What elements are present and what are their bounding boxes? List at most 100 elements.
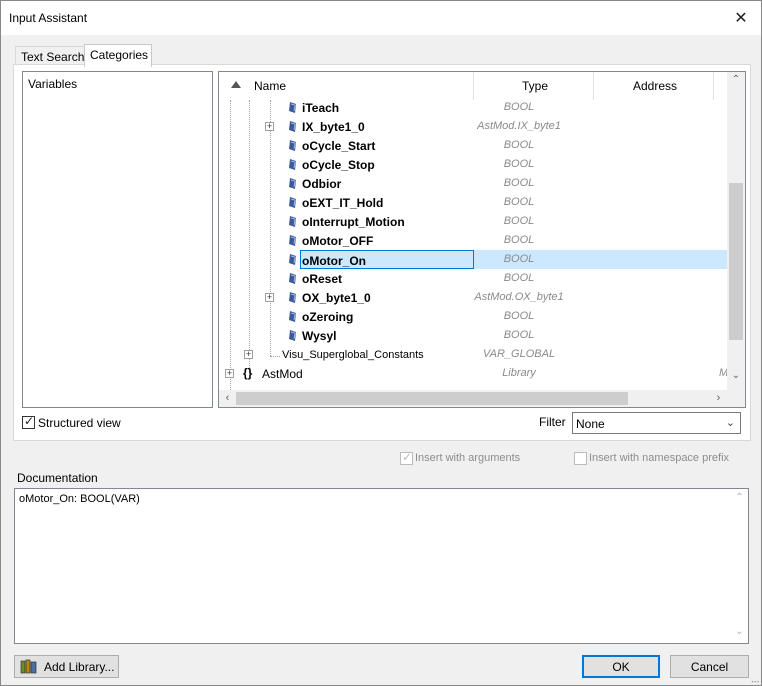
cancel-button[interactable]: Cancel xyxy=(670,655,749,678)
variable-icon xyxy=(289,273,296,284)
insert-with-arguments-checkbox[interactable] xyxy=(400,450,413,465)
tree-row-name: oCycle_Start xyxy=(302,139,376,153)
expand-plus-icon[interactable]: + xyxy=(244,350,253,359)
scroll-down-icon[interactable]: ⌄ xyxy=(731,626,748,637)
tree-row-type: BOOL xyxy=(503,101,535,113)
title-bar: Input Assistant ✕ xyxy=(1,1,761,35)
tree-row-type: BOOL xyxy=(503,272,535,284)
tree-row-name: oMotor_OFF xyxy=(302,234,374,248)
filter-label: Filter xyxy=(539,415,566,429)
tree-vertical-scrollbar[interactable]: ⌃ ⌄ xyxy=(727,72,745,390)
tree-row-oext-it-hold[interactable]: oEXT_IT_Hold BOOL xyxy=(219,193,727,212)
column-separator[interactable] xyxy=(593,72,594,100)
add-library-button[interactable]: Add Library... xyxy=(14,655,119,678)
documentation-scrollbar[interactable]: ⌃ ⌄ xyxy=(731,489,748,643)
library-braces-icon: {} xyxy=(243,366,253,380)
variable-icon xyxy=(289,102,296,113)
column-separator[interactable] xyxy=(713,72,714,100)
tab-text-search[interactable]: Text Search xyxy=(15,46,85,66)
tree-row-ix-byte1-0[interactable]: + IX_byte1_0 AstMod.IX_byte1 xyxy=(219,117,727,136)
tree-row-astmod[interactable]: + {} AstMod Library M xyxy=(219,364,728,383)
tree-row-type: BOOL xyxy=(503,253,535,265)
variable-icon xyxy=(289,140,296,151)
variable-tree[interactable]: Name Type Address iTeach BOOL + IX_byte1… xyxy=(218,71,746,408)
ok-button[interactable]: OK xyxy=(582,655,660,678)
tree-row-name: Visu_Superglobal_Constants xyxy=(282,349,424,361)
sort-ascending-icon[interactable] xyxy=(231,81,241,88)
tree-row-type: BOOL xyxy=(503,139,535,151)
tree-row-name: iTeach xyxy=(302,101,340,115)
tree-row-type: AstMod.IX_byte1 xyxy=(477,120,561,132)
insert-with-namespace-checkbox[interactable] xyxy=(574,452,587,465)
horizontal-scroll-thumb[interactable] xyxy=(236,392,628,405)
tree-row-ocycle-stop[interactable]: oCycle_Stop BOOL xyxy=(219,155,727,174)
structured-view-label[interactable]: Structured view xyxy=(38,416,121,430)
chevron-down-icon: ⌄ xyxy=(725,417,735,429)
tree-row-type: BOOL xyxy=(503,158,535,170)
tree-row-name: OX_byte1_0 xyxy=(302,291,371,305)
column-header-type[interactable]: Type xyxy=(522,79,548,93)
tree-row-oreset[interactable]: oReset BOOL xyxy=(219,269,727,288)
tree-row-name: AstMod xyxy=(262,367,303,381)
tree-row-type: Library xyxy=(502,367,536,379)
vertical-scroll-thumb[interactable] xyxy=(729,183,743,340)
variable-icon xyxy=(289,330,296,341)
tree-row-type: BOOL xyxy=(503,310,535,322)
tree-row-type: VAR_GLOBAL xyxy=(482,348,556,360)
tree-row-ox-byte1-0[interactable]: + OX_byte1_0 AstMod.OX_byte1 xyxy=(219,288,727,307)
tab-categories[interactable]: Categories xyxy=(84,44,152,67)
tree-row-name: oCycle_Stop xyxy=(302,158,375,172)
resize-grip-icon[interactable]: ⠠⠤ xyxy=(748,676,760,685)
variable-icon xyxy=(289,197,296,208)
tree-header: Name Type Address xyxy=(219,72,727,100)
tree-row-iteach[interactable]: iTeach BOOL xyxy=(219,98,727,117)
tree-row-ointerrupt-motion[interactable]: oInterrupt_Motion BOOL xyxy=(219,212,727,231)
expand-plus-icon[interactable]: + xyxy=(265,122,274,131)
tab-text-search-label: Text Search xyxy=(21,50,85,64)
tree-row-type: BOOL xyxy=(503,215,535,227)
cancel-label: Cancel xyxy=(690,660,729,674)
tree-row-omotor-on-selected[interactable]: oMotor_On BOOL xyxy=(219,250,727,269)
insert-with-arguments-label[interactable]: Insert with arguments xyxy=(415,452,520,464)
tree-row-omotor-off[interactable]: oMotor_OFF BOOL xyxy=(219,231,727,250)
scroll-corner xyxy=(727,390,745,407)
variable-icon xyxy=(289,178,296,189)
tree-row-type: BOOL xyxy=(503,196,535,208)
tree-row-name: oZeroing xyxy=(302,310,354,324)
window-title: Input Assistant xyxy=(9,11,88,25)
scroll-left-icon[interactable]: ‹ xyxy=(219,390,236,407)
ok-label: OK xyxy=(612,660,630,674)
category-item-variables[interactable]: Variables xyxy=(28,77,77,91)
column-header-address[interactable]: Address xyxy=(633,79,677,93)
variable-icon xyxy=(289,159,296,170)
tree-horizontal-scrollbar[interactable]: ‹ › xyxy=(219,390,727,407)
scroll-up-icon[interactable]: ⌃ xyxy=(731,492,748,503)
tree-row-visu-superglobal-constants[interactable]: + Visu_Superglobal_Constants VAR_GLOBAL xyxy=(219,345,727,364)
scroll-right-icon[interactable]: › xyxy=(710,390,727,407)
expand-plus-icon[interactable]: + xyxy=(225,369,234,378)
tree-row-name: Odbior xyxy=(302,177,342,191)
tree-row-ozeroing[interactable]: oZeroing BOOL xyxy=(219,307,727,326)
expand-plus-icon[interactable]: + xyxy=(265,293,274,302)
tree-row-type: BOOL xyxy=(503,234,535,246)
input-assistant-dialog: Input Assistant ✕ Text Search Categories… xyxy=(0,0,762,686)
tree-row-odbior[interactable]: Odbior BOOL xyxy=(219,174,727,193)
insert-with-namespace-label[interactable]: Insert with namespace prefix xyxy=(589,452,729,464)
column-separator[interactable] xyxy=(473,72,474,100)
close-icon[interactable]: ✕ xyxy=(721,1,761,35)
tree-row-name: IX_byte1_0 xyxy=(302,120,365,134)
filter-dropdown[interactable]: None ⌄ xyxy=(572,412,741,434)
tree-row-name: oInterrupt_Motion xyxy=(302,215,405,229)
scroll-up-icon[interactable]: ⌃ xyxy=(727,74,745,91)
column-header-name[interactable]: Name xyxy=(254,79,286,93)
scroll-down-icon[interactable]: ⌄ xyxy=(727,370,745,387)
variable-icon xyxy=(289,121,296,132)
tree-row-name: Wysyl xyxy=(302,329,337,343)
filter-selected-value: None xyxy=(576,417,605,431)
structured-view-checkbox[interactable] xyxy=(22,414,35,429)
tree-row-ocycle-start[interactable]: oCycle_Start BOOL xyxy=(219,136,727,155)
documentation-textbox[interactable]: oMotor_On: BOOL(VAR) ⌃ ⌄ xyxy=(14,488,749,644)
variable-icon xyxy=(289,254,296,265)
category-list[interactable]: Variables xyxy=(22,71,213,408)
tree-row-wysyl[interactable]: Wysyl BOOL xyxy=(219,326,727,345)
